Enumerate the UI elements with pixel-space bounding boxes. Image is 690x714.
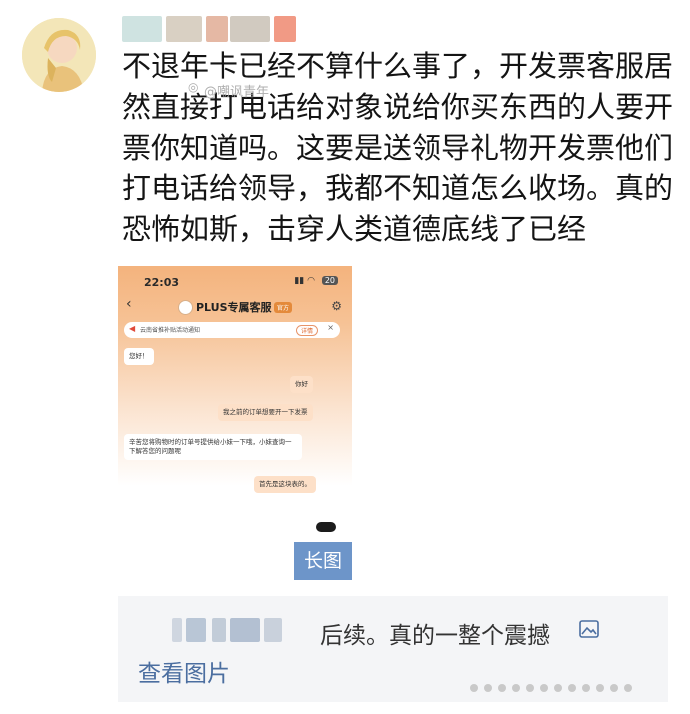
phone-status-bar: 22:03 ▮▮ ◠ 20	[118, 272, 352, 292]
watermark-text: @嘲讽青年	[204, 85, 270, 100]
product-thumbnail	[308, 508, 342, 534]
watermark: ◎ @嘲讽青年	[188, 80, 408, 100]
repost-card[interactable]: 后续。真的一整个震撼 查看图片	[118, 596, 668, 702]
blurred-object	[316, 522, 336, 532]
chat-bubble: 辛苦您将购物时的订单号提供给小妹一下哦，小妹查询一下解答您的问题呢	[124, 434, 302, 460]
notice-text: 云南省推补贴活动通知	[140, 327, 201, 334]
chat-bubble: 你好	[290, 376, 313, 393]
blurred-footer	[470, 682, 650, 694]
close-icon: ×	[327, 323, 334, 332]
repost-text: 后续。真的一整个震撼	[320, 623, 550, 649]
post-text: 不退年卡已经不算什么事了，开发票客服居然直接打电话给对象说给你买东西的人要开票你…	[122, 49, 674, 247]
back-icon: ‹	[126, 296, 132, 312]
chat-nav-bar: ‹ PLUS专属客服 官方 ⚙	[118, 296, 352, 318]
notice-detail-button: 详情	[296, 325, 319, 336]
battery-icon: 20	[321, 276, 338, 285]
avatar-illustration	[22, 18, 96, 92]
notice-bar: ◀ 云南省推补贴活动通知 详情 ×	[124, 322, 340, 338]
long-image-badge: 长图	[294, 542, 352, 580]
service-logo-icon	[178, 300, 193, 315]
official-badge: 官方	[274, 302, 293, 313]
speaker-icon: ◀	[129, 324, 136, 333]
signal-icons: ▮▮ ◠ 20	[294, 276, 338, 286]
image-icon	[579, 620, 599, 638]
phone-time: 22:03	[144, 276, 180, 289]
username-blurred[interactable]	[122, 16, 322, 42]
weibo-icon: ◎	[188, 80, 199, 94]
avatar[interactable]	[22, 18, 96, 92]
chat-bubble: 我之前的订单想要开一下发票	[218, 404, 313, 421]
repost-username-blurred[interactable]	[172, 618, 298, 642]
chat-title: PLUS专属客服	[196, 301, 272, 314]
chat-bubble: 您好！	[124, 348, 154, 365]
chat-bubble: 首先是这块表的。	[254, 476, 316, 493]
settings-icon: ⚙	[331, 299, 342, 313]
view-image-link[interactable]: 查看图片	[138, 654, 230, 688]
post-image[interactable]: 22:03 ▮▮ ◠ 20 ‹ PLUS专属客服 官方 ⚙ ◀ 云南省推补贴活动…	[118, 266, 352, 580]
